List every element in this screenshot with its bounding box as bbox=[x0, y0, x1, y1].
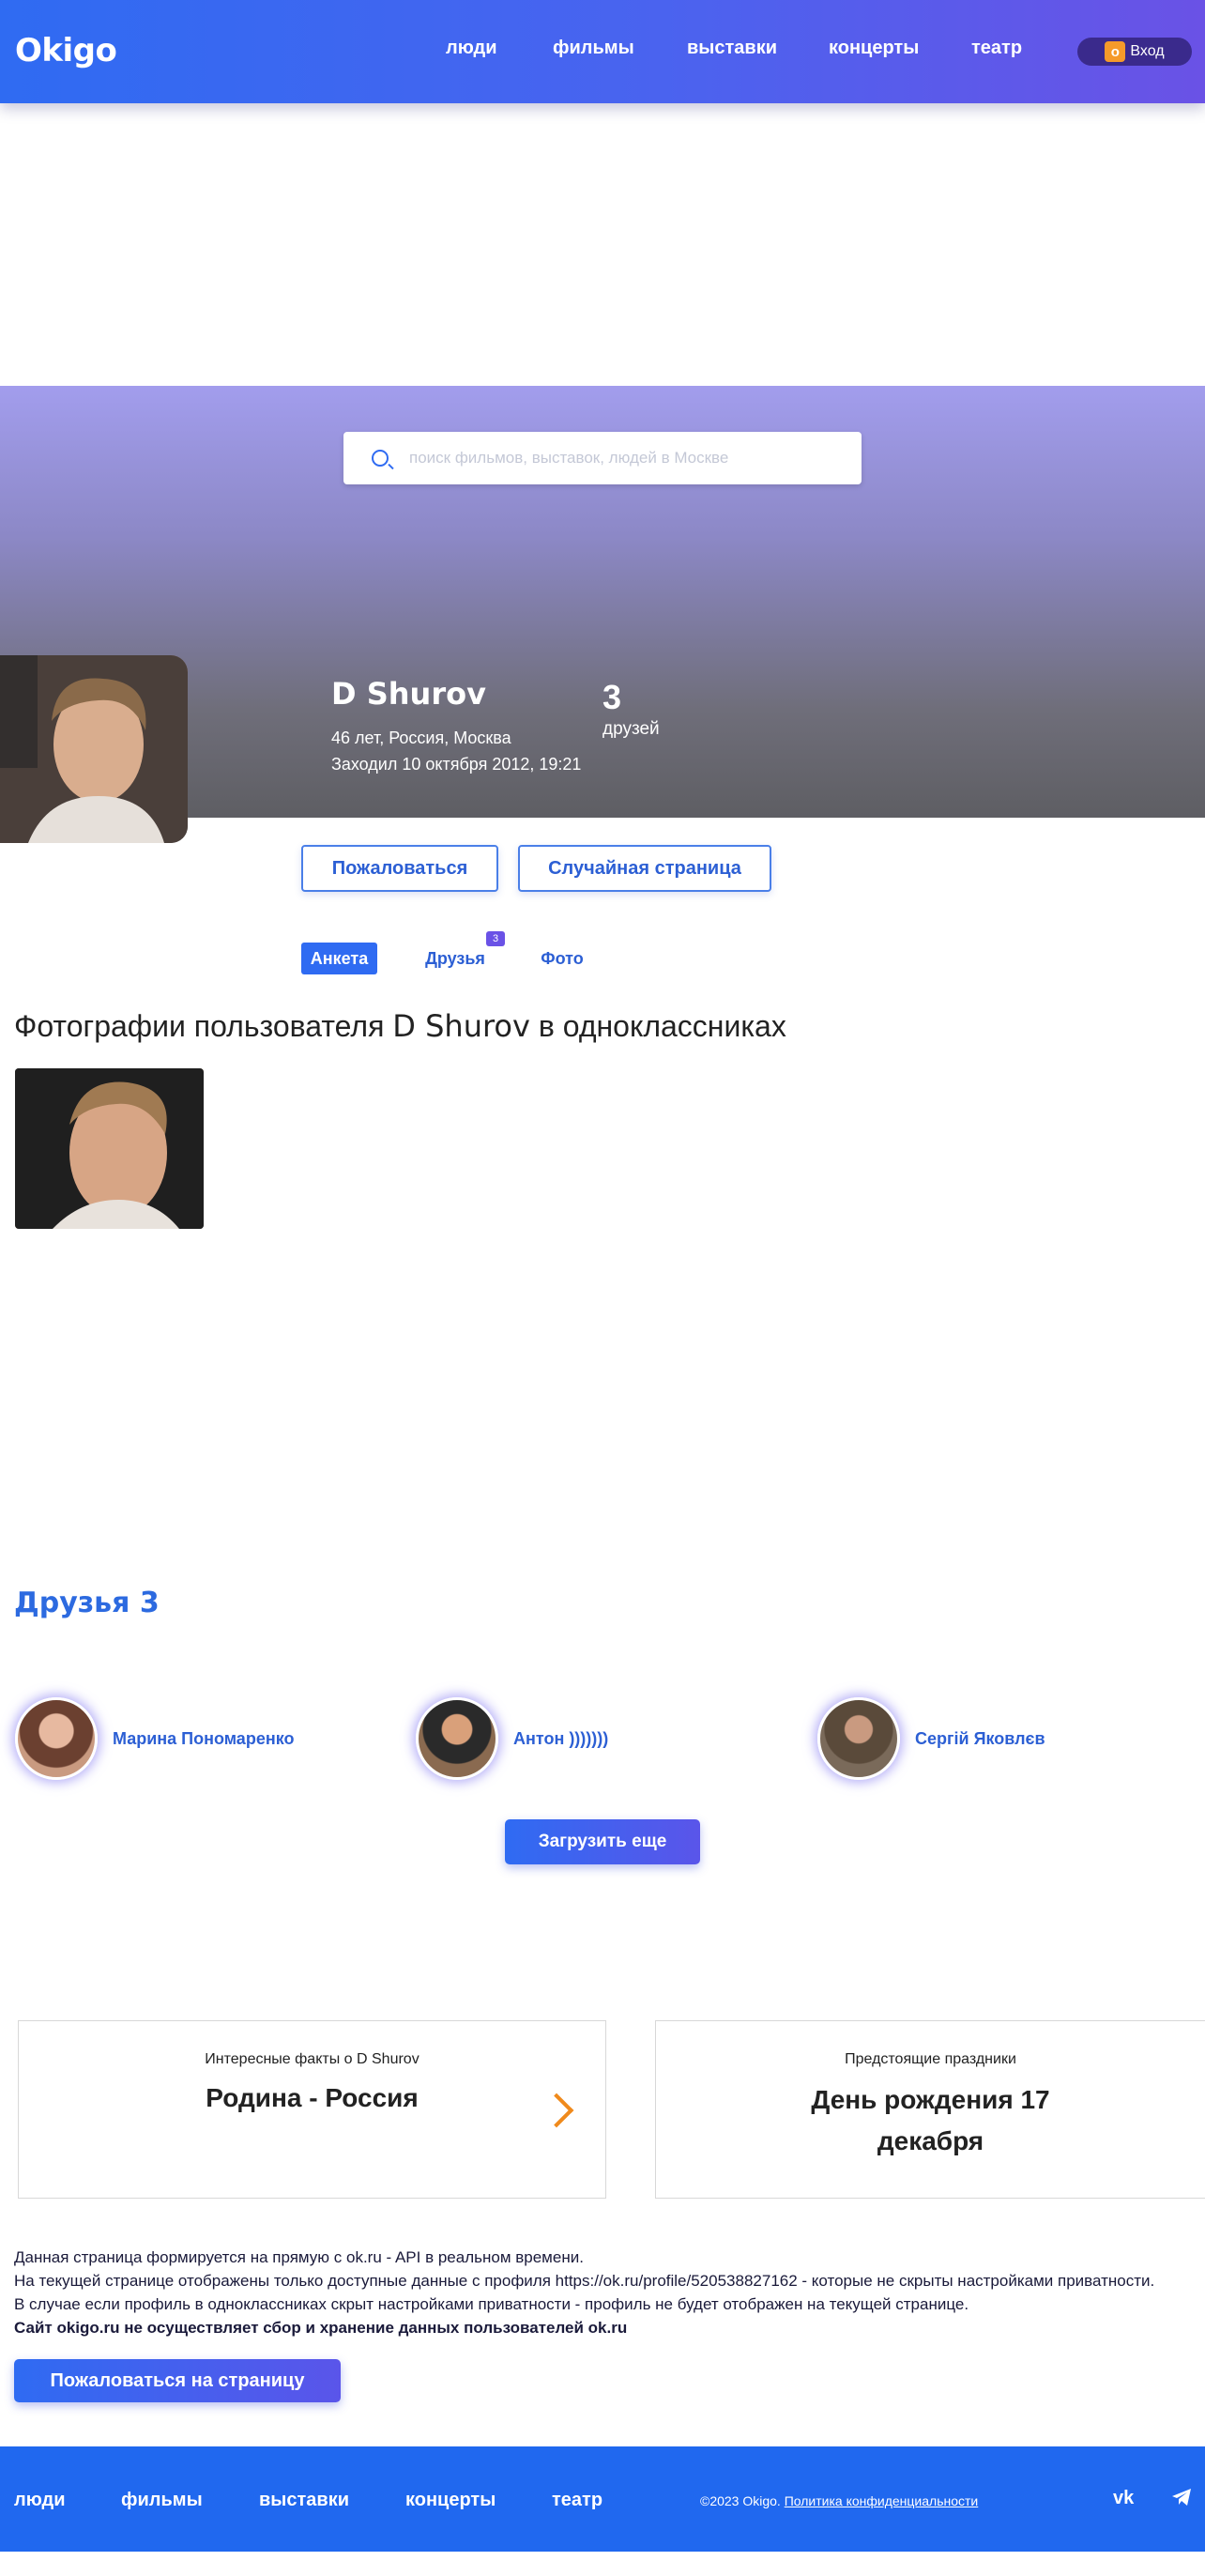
nav-people[interactable]: люди bbox=[446, 38, 497, 59]
login-button[interactable]: o Вход bbox=[1077, 38, 1192, 66]
photos-title-name: D Shurov bbox=[392, 1008, 530, 1044]
header: Okigo люди фильмы выставки концерты теат… bbox=[0, 0, 1205, 103]
friends-label: друзей bbox=[602, 719, 660, 739]
profile-avatar bbox=[0, 655, 188, 843]
disclaimer-line: В случае если профиль в одноклассниках с… bbox=[14, 2295, 969, 2313]
disclaimer-line-bold: Сайт okigo.ru не осуществляет сбор и хра… bbox=[14, 2319, 628, 2337]
report-page-button[interactable]: Пожаловаться на страницу bbox=[14, 2359, 341, 2402]
friend-name[interactable]: Марина Пономаренко bbox=[113, 1729, 294, 1749]
tab-profile[interactable]: Анкета bbox=[301, 943, 377, 974]
nav-movies[interactable]: фильмы bbox=[553, 38, 634, 59]
telegram-icon[interactable] bbox=[1171, 2488, 1192, 2512]
disclaimer: Данная страница формируется на прямую с … bbox=[14, 2246, 1154, 2339]
friend-avatar[interactable] bbox=[416, 1697, 498, 1780]
search-box bbox=[343, 432, 862, 484]
random-page-button[interactable]: Случайная страница bbox=[518, 845, 771, 892]
report-button[interactable]: Пожаловаться bbox=[301, 845, 498, 892]
photo-image bbox=[15, 1068, 204, 1229]
footer-nav-theater[interactable]: театр bbox=[552, 2490, 602, 2511]
footer-nav-people[interactable]: люди bbox=[14, 2490, 66, 2511]
privacy-link[interactable]: Политика конфиденциальности bbox=[785, 2493, 979, 2508]
facts-value: Родина - Россия bbox=[206, 2083, 419, 2112]
friend-item[interactable]: Антон ))))))) bbox=[416, 1697, 608, 1780]
friend-name[interactable]: Антон ))))))) bbox=[513, 1729, 608, 1749]
profile-avatar-image bbox=[0, 655, 188, 843]
footer: люди фильмы выставки концерты театр ©202… bbox=[0, 2446, 1205, 2552]
friend-avatar[interactable] bbox=[817, 1697, 900, 1780]
holidays-card: Предстоящие праздники День рождения 17 д… bbox=[655, 2020, 1205, 2199]
copyright: ©2023 Okigo. Политика конфиденциальности bbox=[700, 2493, 979, 2508]
footer-nav-concerts[interactable]: концерты bbox=[405, 2490, 496, 2511]
photos-title: Фотографии пользователя D Shurov в однок… bbox=[14, 1008, 786, 1044]
profile-age-location: 46 лет, Россия, Москва bbox=[331, 728, 511, 747]
vk-icon[interactable]: vk bbox=[1113, 2488, 1134, 2509]
profile-name: D Shurov bbox=[331, 676, 486, 712]
friends-count[interactable]: 3 bbox=[602, 678, 621, 717]
disclaimer-line: На текущей странице отображены только до… bbox=[14, 2272, 1155, 2290]
profile-details: 46 лет, Россия, Москва Заходил 10 октябр… bbox=[331, 725, 581, 777]
friends-tab-badge: 3 bbox=[486, 931, 505, 946]
friend-name[interactable]: Сергій Яковлєв bbox=[915, 1729, 1045, 1749]
friends-section-title: Друзья 3 bbox=[14, 1587, 160, 1619]
nav-theater[interactable]: театр bbox=[971, 38, 1022, 59]
telegram-icon-svg bbox=[1172, 2489, 1191, 2506]
nav-exhibitions[interactable]: выставки bbox=[687, 38, 777, 59]
ok-icon: o bbox=[1105, 41, 1126, 62]
facts-card[interactable]: Интересные факты о D Shurov Родина - Рос… bbox=[18, 2020, 606, 2199]
search-icon[interactable] bbox=[372, 450, 389, 467]
facts-caption: Интересные факты о D Shurov bbox=[205, 2051, 419, 2067]
disclaimer-line: Данная страница формируется на прямую с … bbox=[14, 2248, 584, 2266]
footer-nav-exhibitions[interactable]: выставки bbox=[259, 2490, 349, 2511]
friend-item[interactable]: Марина Пономаренко bbox=[15, 1697, 294, 1780]
photo-thumbnail[interactable] bbox=[15, 1068, 204, 1229]
tab-friends[interactable]: Друзья bbox=[417, 943, 494, 974]
friend-item[interactable]: Сергій Яковлєв bbox=[817, 1697, 1045, 1780]
logo[interactable]: Okigo bbox=[15, 32, 117, 69]
holidays-value: День рождения 17 декабря bbox=[811, 2085, 1050, 2155]
load-more-button[interactable]: Загрузить еще bbox=[505, 1819, 700, 1864]
tab-photos[interactable]: Фото bbox=[533, 943, 591, 974]
nav-concerts[interactable]: концерты bbox=[829, 38, 919, 59]
footer-nav-movies[interactable]: фильмы bbox=[121, 2490, 203, 2511]
login-label: Вход bbox=[1130, 43, 1165, 59]
holidays-caption: Предстоящие праздники bbox=[845, 2051, 1016, 2067]
search-input[interactable] bbox=[409, 445, 841, 471]
friend-avatar[interactable] bbox=[15, 1697, 98, 1780]
profile-last-seen: Заходил 10 октября 2012, 19:21 bbox=[331, 755, 582, 774]
